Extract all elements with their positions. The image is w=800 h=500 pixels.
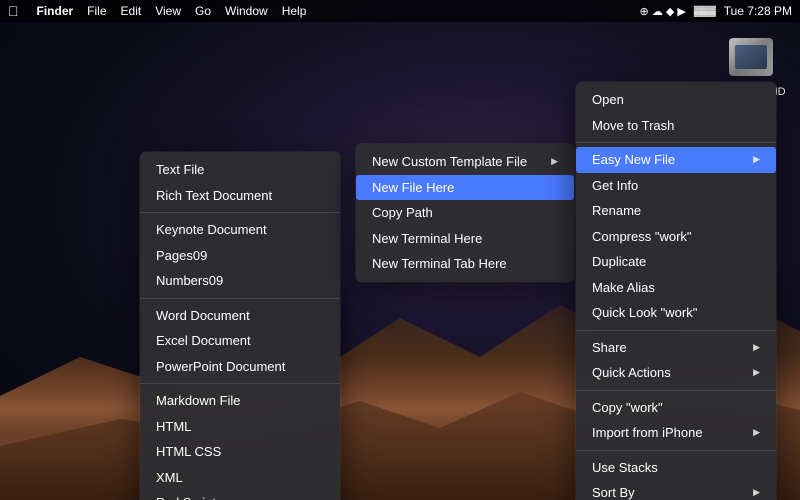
menu-html[interactable]: HTML — [140, 414, 340, 440]
menu-get-info[interactable]: Get Info — [576, 173, 776, 199]
menu-sort-by[interactable]: Sort By ▶ — [576, 480, 776, 500]
menu-keynote[interactable]: Keynote Document — [140, 217, 340, 243]
menubar:  Finder File Edit View Go Window Help ⊕… — [0, 0, 800, 22]
menu-new-file-here[interactable]: New File Here — [356, 175, 574, 201]
desktop:  Finder File Edit View Go Window Help ⊕… — [0, 0, 800, 500]
menu-excel[interactable]: Excel Document — [140, 328, 340, 354]
easy-new-file-submenu: New Custom Template File ▶ New File Here… — [356, 144, 574, 282]
menu-powerpoint[interactable]: PowerPoint Document — [140, 354, 340, 380]
separator — [576, 330, 776, 331]
menu-copy-work[interactable]: Copy "work" — [576, 395, 776, 421]
submenu-arrow: ▶ — [753, 486, 760, 500]
menu-rename[interactable]: Rename — [576, 198, 776, 224]
app-name[interactable]: Finder — [37, 4, 74, 18]
menu-copy-path[interactable]: Copy Path — [356, 200, 574, 226]
menu-new-custom-template[interactable]: New Custom Template File ▶ — [356, 149, 574, 175]
menu-view[interactable]: View — [155, 4, 181, 18]
menu-edit[interactable]: Edit — [121, 4, 142, 18]
menu-text-file[interactable]: Text File — [140, 157, 340, 183]
main-context-menu: Open Move to Trash Easy New File ▶ Get I… — [576, 82, 776, 500]
menu-window[interactable]: Window — [225, 4, 268, 18]
menu-file[interactable]: File — [87, 4, 106, 18]
menu-xml[interactable]: XML — [140, 465, 340, 491]
submenu-arrow: ▶ — [753, 341, 760, 355]
menu-word[interactable]: Word Document — [140, 303, 340, 329]
menu-make-alias[interactable]: Make Alias — [576, 275, 776, 301]
menu-quick-look[interactable]: Quick Look "work" — [576, 300, 776, 326]
menu-perl[interactable]: Perl Script — [140, 490, 340, 500]
separator — [140, 383, 340, 384]
separator — [576, 142, 776, 143]
menu-easy-new-file[interactable]: Easy New File ▶ — [576, 147, 776, 173]
menubar-clock: Tue 7:28 PM — [724, 4, 792, 18]
separator — [576, 450, 776, 451]
apple-menu[interactable]:  — [8, 3, 19, 19]
battery-icon[interactable]: ▓▓▓ — [694, 6, 716, 17]
menu-new-terminal-here[interactable]: New Terminal Here — [356, 226, 574, 252]
menu-import-iphone[interactable]: Import from iPhone ▶ — [576, 420, 776, 446]
menu-use-stacks[interactable]: Use Stacks — [576, 455, 776, 481]
disk-icon-graphic — [729, 38, 773, 82]
separator — [140, 212, 340, 213]
menu-numbers09[interactable]: Numbers09 — [140, 268, 340, 294]
menu-quick-actions[interactable]: Quick Actions ▶ — [576, 360, 776, 386]
submenu-arrow: ▶ — [753, 366, 760, 380]
separator — [576, 390, 776, 391]
menu-go[interactable]: Go — [195, 4, 211, 18]
submenu-arrow: ▶ — [753, 153, 760, 167]
menu-share[interactable]: Share ▶ — [576, 335, 776, 361]
menu-help[interactable]: Help — [282, 4, 307, 18]
menu-rich-text[interactable]: Rich Text Document — [140, 183, 340, 209]
wifi-icon[interactable]: ⊕ ☁ ◆ ▶ — [640, 5, 686, 18]
new-file-submenu: Text File Rich Text Document Keynote Doc… — [140, 152, 340, 500]
submenu-arrow: ▶ — [551, 155, 558, 169]
submenu-arrow: ▶ — [753, 426, 760, 440]
menu-pages09[interactable]: Pages09 — [140, 243, 340, 269]
menu-html-css[interactable]: HTML CSS — [140, 439, 340, 465]
menu-move-trash[interactable]: Move to Trash — [576, 113, 776, 139]
menu-open[interactable]: Open — [576, 87, 776, 113]
menu-new-terminal-tab-here[interactable]: New Terminal Tab Here — [356, 251, 574, 277]
menu-duplicate[interactable]: Duplicate — [576, 249, 776, 275]
menu-markdown[interactable]: Markdown File — [140, 388, 340, 414]
menu-compress[interactable]: Compress "work" — [576, 224, 776, 250]
separator — [140, 298, 340, 299]
